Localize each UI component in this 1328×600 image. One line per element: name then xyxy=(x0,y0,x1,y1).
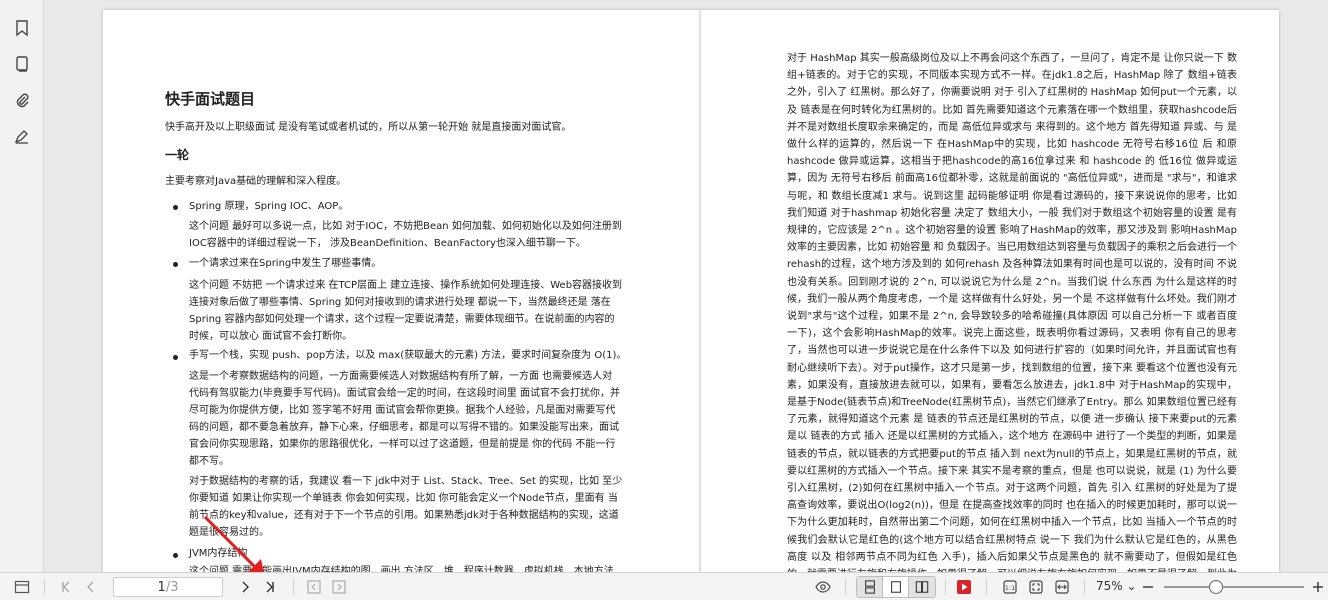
page-left: 快手面试题目 快手高开及以上职级面试 是没有笔试或者机试的，所以从第一轮开始 就… xyxy=(103,10,700,572)
continuous-scroll-icon[interactable] xyxy=(857,577,883,597)
zoom-slider-thumb[interactable] xyxy=(1208,580,1223,594)
bullet-body-line: 连接对象后做了哪些事情、Spring 如何对接收到的请求进行处理 都说一下，当然… xyxy=(189,297,611,308)
hashmap-paragraph: 对于 HashMap 其实一般高级岗位及以上不再会问这个东西了，一旦问了，肯定不… xyxy=(787,53,1237,572)
bullet-body-line: 都不写。 xyxy=(189,456,229,467)
toolbar-divider xyxy=(44,579,45,595)
bullet-dot xyxy=(173,205,178,210)
zoom-level-select[interactable]: 75% ⌄ xyxy=(1096,579,1137,593)
bullet-body-line: IOC容器中的详细过程说一下， 涉及BeanDefinition、BeanFac… xyxy=(189,238,586,249)
toolbar-divider xyxy=(986,579,987,595)
section-intro: 主要考察对Java基础的理解和深入程度。 xyxy=(165,176,347,187)
single-page-icon[interactable] xyxy=(883,577,909,597)
page-right: 对于 HashMap 其实一般高级岗位及以上不再会问这个东西了，一旦问了，肯定不… xyxy=(700,10,1279,572)
page-number-input[interactable]: 1/3 xyxy=(113,577,223,597)
bookmark-icon[interactable] xyxy=(10,16,34,40)
present-play-icon[interactable] xyxy=(954,577,974,597)
bullet-dot xyxy=(173,355,178,360)
bullet-heading: 手写一个栈，实现 push、pop方法，以及 max(获取最大的元素) 方法，要… xyxy=(189,350,627,361)
zoom-out-icon[interactable] xyxy=(1140,577,1156,597)
zoom-in-icon[interactable] xyxy=(1310,577,1326,597)
next-page-icon[interactable] xyxy=(236,577,254,597)
current-page: 1 xyxy=(157,579,166,595)
bullet-body-line: 时候，可以放心 面试官不会打断你。 xyxy=(189,331,353,342)
bullet-body-line: 对于数据结构的考察的话，我建议 看一下 jdk中对于 List、Stack、Tr… xyxy=(189,476,623,487)
bullet-body-line: 这个问题 不妨把 一个请求过来 在TCP层面上 建立连接、操作系统如何处理连接、… xyxy=(189,280,623,291)
section-heading: 一轮 xyxy=(165,148,190,162)
bullet-body-line: 尽可能为你提供方便，比如 签字笔不好用 面试官会帮你更换。据我个人经验，凡是面对… xyxy=(189,405,616,416)
bullet-body-line: 这个问题 最好可以多说一点，比如 对于IOC，不妨把Bean 如何加载、如何初始… xyxy=(189,221,622,232)
last-page-icon[interactable] xyxy=(260,577,278,597)
bullet-body-line: 官会问你实现思路，如果你的思路很优化，一样可以过了这道题，但是前提是 你的代码 … xyxy=(189,439,616,450)
signature-icon[interactable] xyxy=(10,124,34,148)
intro-paragraph: 快手高开及以上职级面试 是没有笔试或者机试的，所以从第一轮开始 就是直接面对面试… xyxy=(165,122,572,133)
forward-view-icon[interactable] xyxy=(330,577,348,597)
zoom-slider[interactable] xyxy=(1164,580,1304,594)
bullet-dot xyxy=(173,262,178,267)
back-view-icon[interactable] xyxy=(305,577,323,597)
fit-page-icon[interactable] xyxy=(1026,577,1046,597)
left-sidebar xyxy=(0,0,44,572)
sidebar-toggle-icon[interactable] xyxy=(12,577,32,597)
total-pages: /3 xyxy=(165,579,179,595)
zoom-value: 75% xyxy=(1096,579,1123,593)
bullet-dot xyxy=(173,553,178,558)
bullet-body-line: 码的问题，都不要急着放弃，静下心来，仔细思考，都是可以写得不错的。如果没能写出来… xyxy=(189,422,619,433)
toolbar-divider xyxy=(945,579,946,595)
two-page-icon[interactable] xyxy=(909,577,935,597)
svg-text:1:1: 1:1 xyxy=(1005,584,1015,592)
bullet-body-line: 这是一个考察数据结构的问题，一方面需要候选人对数据结构有所了解，一方面 也需要候… xyxy=(189,371,613,382)
bullet-heading: 一个请求过来在Spring中发生了哪些事情。 xyxy=(189,258,382,269)
document-title: 快手面试题目 xyxy=(165,90,256,108)
document-viewer[interactable]: 快手面试题目 快手高开及以上职级面试 是没有笔试或者机试的，所以从第一轮开始 就… xyxy=(45,0,1328,572)
page-layout-switch xyxy=(856,576,936,598)
toolbar-divider xyxy=(1084,579,1085,595)
bullet-body-line: 你要知道 如果让你实现一个单链表 你会如何实现，比如 你可能会定义一个Node节… xyxy=(189,493,618,504)
toolbar-divider xyxy=(293,579,294,595)
bullet-body-line: Spring 容器内部如何处理一个请求，这个过程一定要说清楚，需要体现细节。在说… xyxy=(189,314,615,325)
bullet-heading: Spring 原理，Spring IOC、AOP。 xyxy=(189,201,349,212)
bottom-toolbar: 1/3 1:1 75% ⌄ xyxy=(0,572,1328,600)
chevron-down-icon: ⌄ xyxy=(1126,579,1137,593)
thumbnails-icon[interactable] xyxy=(10,52,34,76)
fit-width-icon[interactable] xyxy=(1052,577,1072,597)
bullet-body-line: 代码有驾驭能力(毕竟要手写代码)。面试官会给一定的时间，在这段时间里 面试官不会… xyxy=(189,388,620,399)
read-mode-eye-icon[interactable] xyxy=(812,577,834,597)
first-page-icon[interactable] xyxy=(58,577,76,597)
annotation-arrow-icon xyxy=(203,515,264,572)
previous-page-icon[interactable] xyxy=(82,577,100,597)
attachment-icon[interactable] xyxy=(10,88,34,112)
actual-size-icon[interactable]: 1:1 xyxy=(1000,577,1020,597)
toolbar-divider xyxy=(845,579,846,595)
